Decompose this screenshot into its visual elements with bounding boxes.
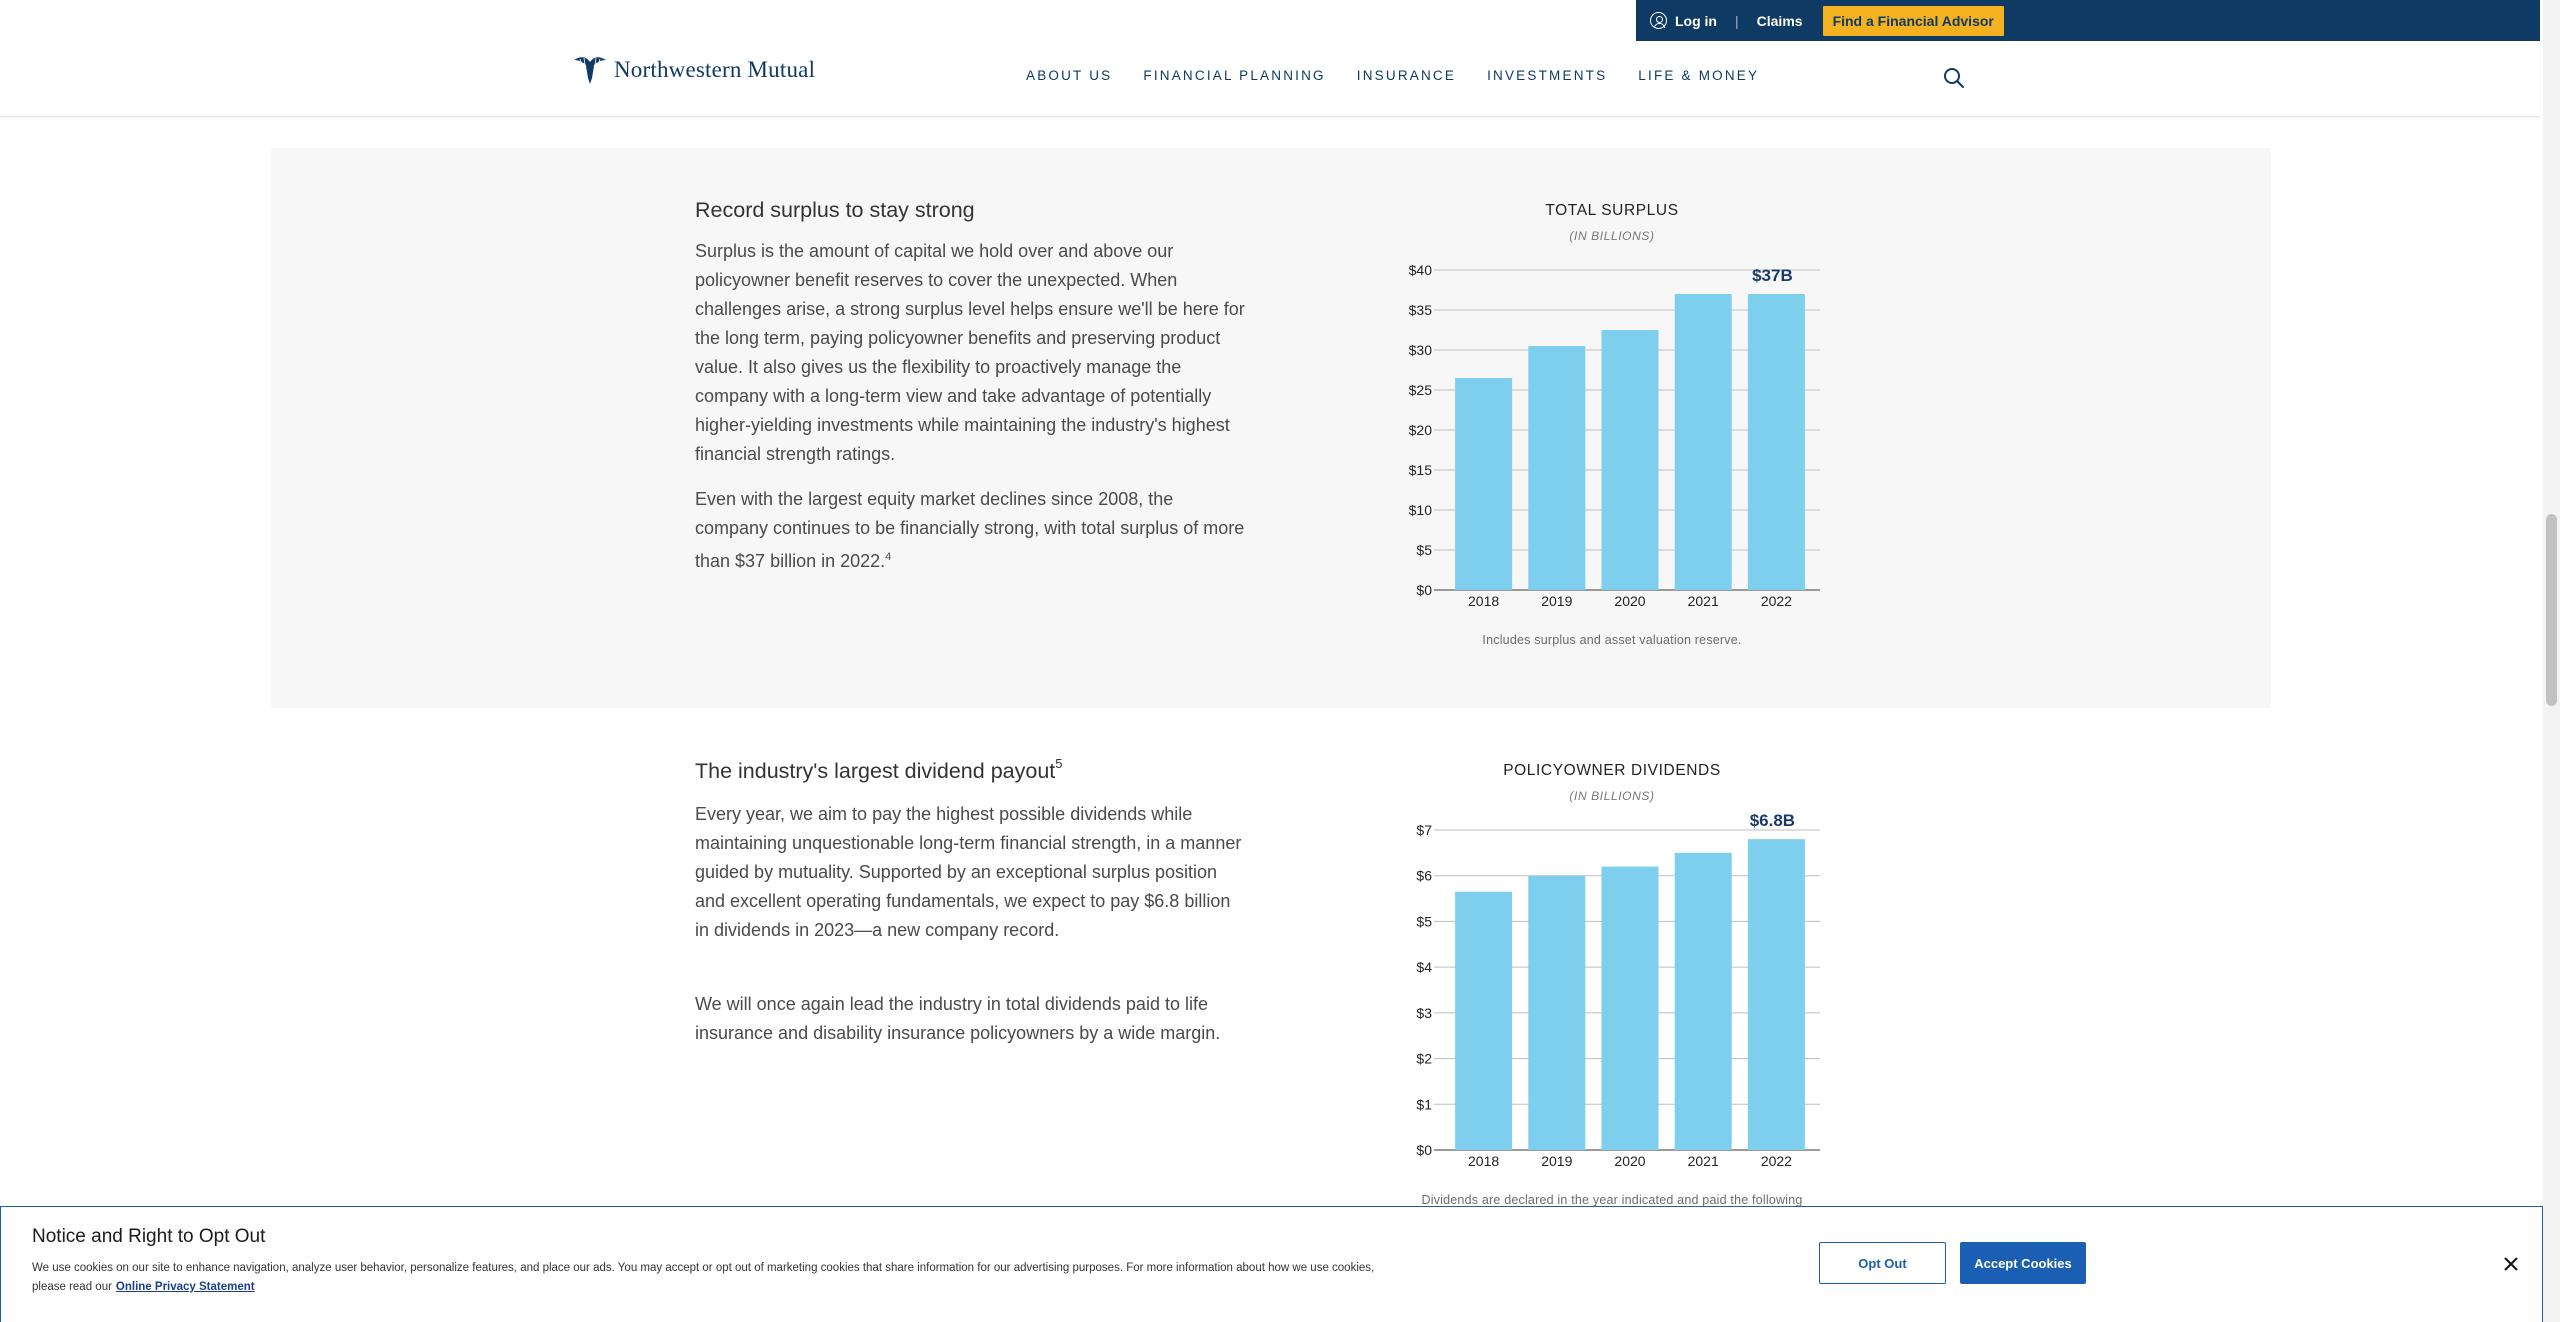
chart-x-tick-label: 2022 xyxy=(1761,1153,1792,1169)
chart-data-label: $37B xyxy=(1752,266,1793,285)
chart-y-tick-label: $15 xyxy=(1409,462,1433,478)
cookie-banner: Notice and Right to Opt Out We use cooki… xyxy=(0,1206,2543,1322)
dividends-paragraph-2: We will once again lead the industry in … xyxy=(695,994,1221,1043)
chart-bar xyxy=(1674,294,1732,590)
chart-x-tick-label: 2021 xyxy=(1688,1153,1719,1169)
dividends-chart-title: POLICYOWNER DIVIDENDS xyxy=(1503,762,1721,779)
chart-bar xyxy=(1528,346,1586,590)
dividends-paragraph-1: Every year, we aim to pay the highest po… xyxy=(695,804,1242,940)
chart-y-tick-label: $10 xyxy=(1409,502,1433,518)
nav-about-us[interactable]: ABOUT US xyxy=(1026,68,1112,83)
logo[interactable]: Northwestern Mutual xyxy=(572,54,815,86)
surplus-chart-subtitle: (IN BILLIONS) xyxy=(1569,229,1655,243)
page-scrollbar[interactable] xyxy=(2543,0,2560,1322)
chart-bar xyxy=(1747,839,1805,1150)
chart-y-tick-label: $25 xyxy=(1409,382,1433,398)
surplus-chart-title: TOTAL SURPLUS xyxy=(1545,202,1679,219)
utility-separator: | xyxy=(1735,12,1739,29)
chart-y-tick-label: $0 xyxy=(1416,1142,1432,1158)
chart-x-tick-label: 2018 xyxy=(1468,593,1499,609)
chart-y-tick-label: $3 xyxy=(1416,1005,1432,1021)
chart-data-label: $6.8B xyxy=(1750,811,1795,830)
surplus-heading: Record surplus to stay strong xyxy=(695,198,975,223)
cookie-body: We use cookies on our site to enhance na… xyxy=(32,1259,1402,1297)
eagle-logo-icon xyxy=(574,57,606,84)
chart-y-tick-label: $40 xyxy=(1409,262,1433,278)
dividends-chart-subtitle: (IN BILLIONS) xyxy=(1569,789,1655,803)
chart-y-tick-label: $0 xyxy=(1416,582,1432,598)
chart-y-tick-label: $6 xyxy=(1416,868,1432,884)
surplus-section xyxy=(271,148,2271,708)
scrollbar-thumb[interactable] xyxy=(2546,514,2557,706)
chart-bar xyxy=(1747,294,1805,590)
chart-x-tick-label: 2019 xyxy=(1541,1153,1572,1169)
surplus-chart: $0 $5 $10 $15 $20 $25 $30 $35 $40 2018 2019 2020 202… xyxy=(1409,262,1820,609)
chart-y-tick-label: $20 xyxy=(1409,422,1433,438)
nav-investments[interactable]: INVESTMENTS xyxy=(1487,68,1607,83)
chart-x-tick-label: 2020 xyxy=(1614,593,1645,609)
close-icon[interactable] xyxy=(2500,1253,2522,1275)
privacy-statement-link[interactable]: Online Privacy Statement xyxy=(116,1281,255,1293)
chart-bar xyxy=(1674,852,1732,1150)
surplus-heading-text: Record surplus to stay strong xyxy=(695,198,975,222)
chart-bar xyxy=(1601,330,1659,590)
cookie-title: Notice and Right to Opt Out xyxy=(32,1226,266,1247)
chart-x-tick-label: 2019 xyxy=(1541,593,1572,609)
footnote-5[interactable]: 5 xyxy=(1055,756,1062,771)
search-icon[interactable] xyxy=(1943,67,1965,89)
chart-bar xyxy=(1601,866,1659,1150)
chart-bar xyxy=(1455,891,1513,1150)
nav-life-and-money[interactable]: LIFE & MONEY xyxy=(1638,68,1759,83)
opt-out-button[interactable]: Opt Out xyxy=(1819,1242,1946,1284)
chart-y-tick-label: $30 xyxy=(1409,342,1433,358)
login-link[interactable]: Log in xyxy=(1650,12,1717,29)
surplus-chart-note: Includes surplus and asset valuation res… xyxy=(1482,633,1742,647)
chart-y-tick-label: $7 xyxy=(1416,822,1432,838)
dividends-chart-note: Dividends are declared in the year indic… xyxy=(1421,1193,1803,1207)
chart-y-tick-label: $5 xyxy=(1416,913,1432,929)
find-advisor-button[interactable]: Find a Financial Advisor xyxy=(1822,5,2004,36)
chart-x-tick-label: 2018 xyxy=(1468,1153,1499,1169)
footnote-4[interactable]: 4 xyxy=(885,551,891,563)
dividends-heading-text: The industry's largest dividend payout xyxy=(695,759,1056,784)
utility-bar: Log in | Claims Find a Financial Advisor xyxy=(1636,0,2540,41)
accept-cookies-button[interactable]: Accept Cookies xyxy=(1960,1242,2086,1284)
user-icon xyxy=(1650,12,1667,29)
nav-financial-planning[interactable]: FINANCIAL PLANNING xyxy=(1143,68,1325,83)
surplus-paragraph-2-text: Even with the largest equity market decl… xyxy=(695,489,1245,571)
chart-bar xyxy=(1528,875,1586,1150)
chart-x-tick-label: 2020 xyxy=(1614,1153,1645,1169)
main-header: Northwestern Mutual ABOUT US FINANCIAL P… xyxy=(0,41,2540,117)
chart-y-tick-label: $5 xyxy=(1416,542,1432,558)
chart-y-tick-label: $2 xyxy=(1416,1051,1432,1067)
logo-text: Northwestern Mutual xyxy=(614,57,816,82)
surplus-paragraph-1: Surplus is the amount of capital we hold… xyxy=(695,241,1245,464)
chart-bar xyxy=(1455,378,1513,590)
chart-y-tick-label: $35 xyxy=(1409,302,1433,318)
chart-y-tick-label: $4 xyxy=(1416,959,1432,975)
nav-insurance[interactable]: INSURANCE xyxy=(1357,68,1456,83)
dividends-heading: The industry's largest dividend payout5 xyxy=(695,756,1063,784)
chart-y-tick-label: $1 xyxy=(1416,1096,1432,1112)
surplus-paragraph-2: Even with the largest equity market decl… xyxy=(695,485,1245,576)
main-nav: ABOUT US FINANCIAL PLANNING INSURANCE IN… xyxy=(1026,68,1759,83)
chart-x-tick-label: 2021 xyxy=(1688,593,1719,609)
dividends-chart: $0 $1 $2 $3 $4 $5 $6 $7 2018 2019 2020 2021 2022 $6.8… xyxy=(1416,811,1820,1169)
chart-x-tick-label: 2022 xyxy=(1761,593,1792,609)
login-label: Log in xyxy=(1675,12,1717,29)
claims-link[interactable]: Claims xyxy=(1757,13,1803,29)
